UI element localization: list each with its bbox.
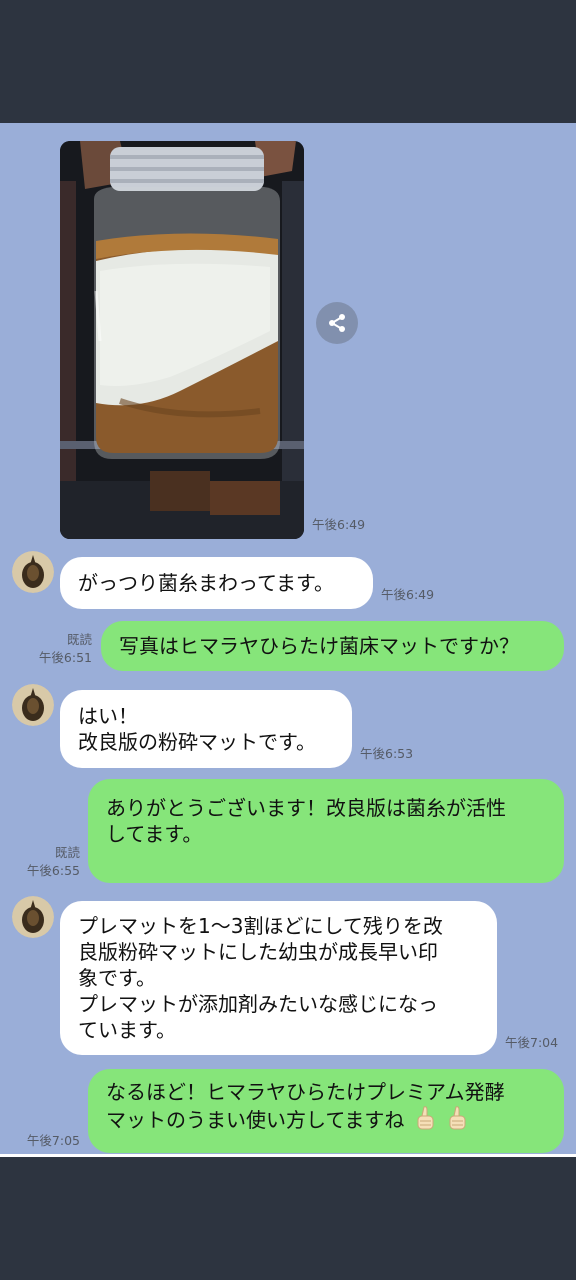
bottom-dark-band (0, 1157, 576, 1280)
message-text: 写真はヒマラヤひらたけ菌床マットですか？ (119, 634, 519, 658)
message-line: なるほど！ヒマラヤひらたけプレミアム発酵 (106, 1080, 505, 1104)
share-icon (329, 314, 345, 332)
message-timestamp: 午後6:49 (381, 587, 435, 602)
message-line: 改良版の粉砕マットです。 (78, 730, 316, 754)
received-message-5[interactable]: プレマットを1〜3割ほどにして残りを改 良版粉砕マットにした幼虫が成長早い印 象… (60, 901, 497, 1055)
jar-photo[interactable] (60, 141, 304, 539)
top-dark-band (0, 0, 576, 123)
message-timestamp: 午後6:53 (360, 746, 414, 761)
message-line: はい！ (78, 704, 138, 728)
message-line: ています。 (78, 1018, 176, 1042)
received-message-3[interactable]: はい！ 改良版の粉砕マットです。 (60, 690, 352, 768)
sent-message-2[interactable]: 写真はヒマラヤひらたけ菌床マットですか？ (101, 621, 564, 671)
message-line: 象です。 (78, 966, 156, 990)
beetle-avatar-icon (12, 551, 54, 593)
photo-timestamp: 午後6:49 (312, 517, 366, 532)
jar-photo-image (60, 141, 304, 539)
message-timestamp: 午後7:05 (26, 1133, 80, 1148)
message-line: してます。 (106, 822, 203, 846)
message-line: マットのうまい使い方してますね (106, 1105, 546, 1133)
sent-message-6[interactable]: なるほど！ヒマラヤひらたけプレミアム発酵 マットのうまい使い方してますね (88, 1069, 564, 1153)
message-line: 良版粉砕マットにした幼虫が成長早い印 (78, 940, 438, 964)
message-text: がっつり菌糸まわってます。 (78, 571, 334, 595)
share-button[interactable] (316, 302, 358, 344)
contact-avatar[interactable] (12, 684, 54, 726)
message-timestamp: 午後6:51 (38, 650, 92, 665)
beetle-avatar-icon (12, 684, 54, 726)
message-line: プレマットを1〜3割ほどにして残りを改 (78, 914, 443, 938)
received-message-1[interactable]: がっつり菌糸まわってます。 (60, 557, 373, 609)
thumbs-up-icon (449, 1106, 466, 1130)
message-line-text: マットのうまい使い方してますね (106, 1108, 405, 1132)
contact-avatar[interactable] (12, 896, 54, 938)
message-timestamp: 午後7:04 (505, 1035, 559, 1050)
read-receipt: 既読 (66, 632, 92, 647)
contact-avatar[interactable] (12, 551, 54, 593)
read-receipt: 既読 (54, 845, 80, 860)
message-timestamp: 午後6:55 (26, 863, 80, 878)
message-line: プレマットが添加剤みたいな感じになっ (78, 992, 438, 1016)
thumbs-up-icon (417, 1106, 434, 1130)
message-line: ありがとうございます！改良版は菌糸が活性 (106, 796, 506, 820)
beetle-avatar-icon (12, 896, 54, 938)
sent-message-4[interactable]: ありがとうございます！改良版は菌糸が活性 してます。 (88, 779, 564, 883)
